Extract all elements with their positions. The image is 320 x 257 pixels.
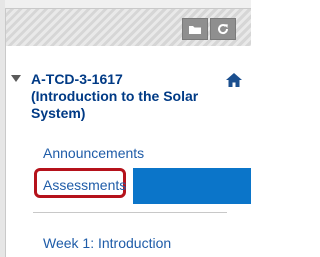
refresh-icon[interactable] (210, 18, 236, 40)
course-title-line-2: (Introduction to the Solar (31, 88, 199, 104)
folder-icon[interactable] (182, 18, 208, 40)
selected-item-bar (133, 168, 251, 204)
course-menu-header (6, 9, 251, 46)
expand-triangle-icon[interactable] (11, 73, 21, 83)
menu-item-assessments[interactable]: Assessments (43, 177, 126, 194)
course-menu-panel (5, 8, 251, 257)
course-menu-screenshot: A-TCD-3-1617 (Introduction to the Solar … (0, 0, 251, 257)
menu-item-announcements[interactable]: Announcements (43, 145, 144, 162)
course-title[interactable]: A-TCD-3-1617 (Introduction to the Solar … (31, 71, 221, 122)
menu-item-week-1[interactable]: Week 1: Introduction (43, 235, 171, 252)
course-title-line-3: System) (31, 105, 86, 121)
home-icon[interactable] (225, 72, 243, 88)
course-title-line-1: A-TCD-3-1617 (31, 71, 123, 87)
menu-divider (33, 212, 227, 213)
